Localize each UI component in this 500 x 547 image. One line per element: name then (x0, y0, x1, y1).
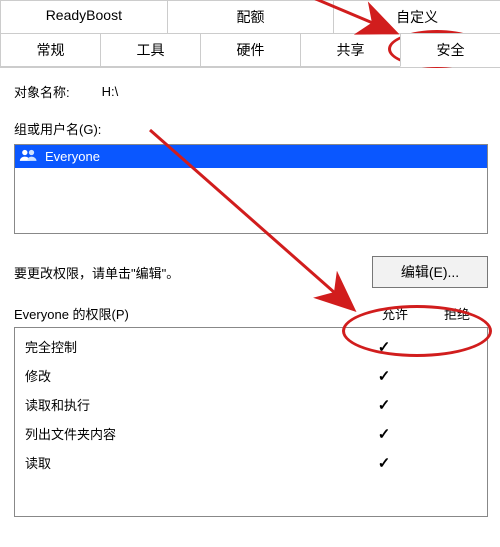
perm-row-readexec: 读取和执行 (15, 390, 487, 419)
perm-allow-check-icon (353, 454, 415, 472)
perm-allow-check-icon (353, 367, 415, 385)
group-item-label: Everyone (45, 149, 100, 164)
perm-name: 读取 (25, 453, 353, 472)
tab-tools[interactable]: 工具 (100, 33, 201, 67)
groups-listbox[interactable]: Everyone (14, 144, 488, 234)
tab-readyboost[interactable]: ReadyBoost (0, 0, 168, 33)
permissions-list[interactable]: 完全控制 修改 读取和执行 列出文件夹内容 读取 (14, 327, 488, 517)
tab-security[interactable]: 安全 (400, 33, 500, 67)
perm-row-fullcontrol: 完全控制 (15, 332, 487, 361)
object-name-row: 对象名称: H:\ (14, 82, 488, 101)
tab-sharing[interactable]: 共享 (300, 33, 401, 67)
permissions-header: Everyone 的权限(P) 允许 拒绝 (14, 304, 488, 323)
perm-allow-check-icon (353, 396, 415, 414)
perm-name: 列出文件夹内容 (25, 424, 353, 443)
edit-hint: 要更改权限，请单击"编辑"。 (14, 263, 179, 282)
tab-quota[interactable]: 配额 (167, 0, 335, 33)
groups-label: 组或用户名(G): (14, 119, 488, 138)
perm-row-read: 读取 (15, 448, 487, 477)
perm-row-listfolder: 列出文件夹内容 (15, 419, 487, 448)
tab-general[interactable]: 常规 (0, 33, 101, 67)
object-name-value: H:\ (102, 84, 119, 99)
perm-allow-check-icon (353, 425, 415, 443)
perm-allow-check-icon (353, 338, 415, 356)
perm-row-modify: 修改 (15, 361, 487, 390)
permissions-title: Everyone 的权限(P) (14, 304, 364, 323)
tab-customize[interactable]: 自定义 (333, 0, 500, 33)
tab-hardware[interactable]: 硬件 (200, 33, 301, 67)
group-item-everyone[interactable]: Everyone (15, 145, 487, 168)
edit-button[interactable]: 编辑(E)... (372, 256, 488, 288)
tab-strip: ReadyBoost 配额 自定义 常规 工具 硬件 共享 安全 (0, 0, 500, 68)
object-name-label: 对象名称: (14, 82, 70, 101)
permissions-col-deny: 拒绝 (426, 304, 488, 323)
security-panel: 对象名称: H:\ 组或用户名(G): Everyone 要更改权限，请单击"编… (0, 68, 500, 517)
users-icon (19, 147, 39, 166)
tab-row-bottom: 常规 工具 硬件 共享 安全 (0, 33, 500, 67)
tab-row-top: ReadyBoost 配额 自定义 (0, 0, 500, 33)
perm-name: 修改 (25, 366, 353, 385)
perm-name: 读取和执行 (25, 395, 353, 414)
perm-name: 完全控制 (25, 337, 353, 356)
edit-row: 要更改权限，请单击"编辑"。 编辑(E)... (14, 256, 488, 288)
permissions-col-allow: 允许 (364, 304, 426, 323)
